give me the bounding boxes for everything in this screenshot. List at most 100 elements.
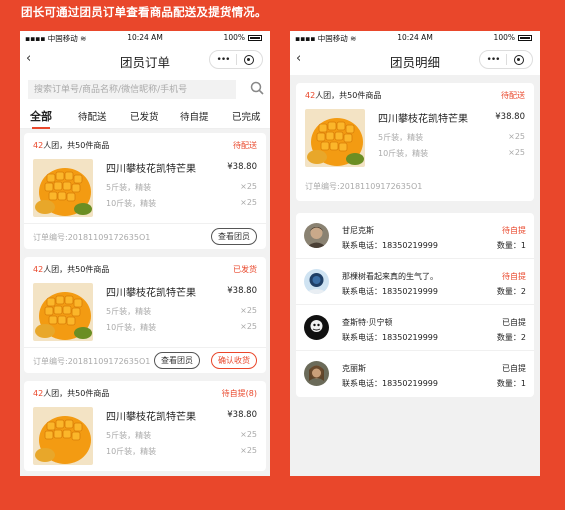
tab-all[interactable]: 全部 [30, 108, 52, 129]
mango-product-image [33, 283, 93, 341]
member-name: 那棵树看起来真的生气了。 [342, 272, 438, 281]
order-card[interactable]: 42人团，共50件商品 待自提(8) 四川攀枝花凯特芒果 ¥38.80 5斤装，… [24, 381, 266, 471]
order-status-tabs: 全部 待配送 已发货 待自提 已完成 [20, 103, 270, 129]
member-phone: 联系电话：18350219999 [342, 333, 438, 342]
member-name: 甘尼克斯 [342, 226, 374, 235]
spec-qty: ×25 [240, 430, 257, 439]
member-row[interactable]: 克丽斯 联系电话：18350219999 已自提 数量：1 [296, 351, 534, 397]
member-avatar [304, 223, 329, 248]
product-price: ¥38.80 [227, 162, 257, 172]
pickup-status: 待自提 [502, 272, 526, 281]
mango-product-image [305, 109, 365, 167]
member-name: 查斯特·贝宁顿 [342, 318, 393, 327]
view-members-button[interactable]: 查看团员 [154, 352, 200, 369]
order-status: 已发货 [233, 265, 257, 274]
order-status: 待自提(8) [221, 389, 257, 398]
status-bar: ▪▪▪▪ 中国移动 ≋ 10:24 AM 100% [20, 31, 270, 45]
spec-label: 10斤装，精装 [378, 149, 429, 158]
member-quantity: 数量：2 [496, 333, 526, 342]
product-price: ¥38.80 [227, 410, 257, 420]
product-price: ¥38.80 [227, 286, 257, 296]
team-orders-screen: ▪▪▪▪ 中国移动 ≋ 10:24 AM 100% ‹ 团员订单 ••• 全部 … [20, 31, 270, 476]
product-name: 四川攀枝花凯特芒果 [106, 412, 196, 423]
view-members-button[interactable]: 查看团员 [211, 228, 257, 245]
page-caption: 团长可通过团员订单查看商品配送及提货情况。 [21, 5, 267, 19]
battery-label: 100% [223, 33, 245, 42]
member-avatar [304, 315, 329, 340]
order-status: 待配送 [501, 91, 525, 100]
member-avatar [304, 361, 329, 386]
product-price: ¥38.80 [495, 112, 525, 122]
spec-qty: ×25 [240, 306, 257, 315]
order-summary-card: 42人团，共50件商品 待配送 四川攀枝花凯特芒果 ¥38.80 5斤装，精装 … [296, 83, 534, 201]
battery-label: 100% [493, 33, 515, 42]
count-text: 人团，共50件商品 [315, 91, 382, 100]
member-phone: 联系电话：18350219999 [342, 379, 438, 388]
close-target-icon[interactable] [507, 54, 532, 65]
spec-label: 5斤装，精装 [106, 183, 152, 192]
spec-qty: ×25 [508, 132, 525, 141]
member-name: 克丽斯 [342, 364, 366, 373]
mango-product-image [33, 159, 93, 217]
order-number: 订单编号:20181109172635O1 [33, 233, 151, 242]
order-number: 订单编号:20181109172635O1 [33, 357, 151, 366]
member-list: 甘尼克斯 联系电话：18350219999 待自提 数量：1 那棵树看起来真的生… [296, 213, 534, 397]
order-card[interactable]: 42人团，共50件商品 待配送 四川攀枝花凯特芒果 ¥38.80 5斤装，精装 … [24, 133, 266, 249]
spec-qty: ×25 [240, 446, 257, 455]
pickup-status: 已自提 [502, 318, 526, 327]
more-dots-icon[interactable]: ••• [480, 55, 506, 65]
order-list: 42人团，共50件商品 待配送 四川攀枝花凯特芒果 ¥38.80 5斤装，精装 … [20, 129, 270, 476]
member-row[interactable]: 查斯特·贝宁顿 联系电话：18350219999 已自提 数量：2 [296, 305, 534, 351]
pickup-status: 待自提 [502, 226, 526, 235]
tab-completed[interactable]: 已完成 [232, 109, 261, 123]
status-bar: ▪▪▪▪ 中国移动 ≋ 10:24 AM 100% [290, 31, 540, 45]
member-count: 42 [33, 389, 44, 398]
spec-label: 10斤装，精装 [106, 199, 157, 208]
search-icon[interactable] [250, 81, 264, 95]
count-text: 人团，共50件商品 [43, 265, 110, 274]
mini-program-capsule: ••• [479, 50, 533, 69]
product-name: 四川攀枝花凯特芒果 [378, 114, 468, 125]
member-phone: 联系电话：18350219999 [342, 287, 438, 296]
tab-shipped[interactable]: 已发货 [130, 109, 159, 123]
confirm-receipt-button[interactable]: 确认收货 [211, 352, 257, 369]
tab-pending-pickup[interactable]: 待自提 [180, 109, 209, 123]
count-text: 人团，共50件商品 [43, 389, 110, 398]
spec-qty: ×25 [508, 148, 525, 157]
pickup-status: 已自提 [502, 364, 526, 373]
order-number: 订单编号:20181109172635O1 [305, 182, 423, 191]
member-phone: 联系电话：18350219999 [342, 241, 438, 250]
mini-program-capsule: ••• [209, 50, 263, 69]
battery-icon [248, 34, 262, 41]
product-name: 四川攀枝花凯特芒果 [106, 288, 196, 299]
member-quantity: 数量：2 [496, 287, 526, 296]
member-count: 42 [33, 265, 44, 274]
battery-icon [518, 34, 532, 41]
navigation-bar: ‹ 团员订单 ••• [20, 45, 270, 75]
navigation-bar: ‹ 团员明细 ••• [290, 45, 540, 75]
spec-label: 10斤装，精装 [106, 447, 157, 456]
member-count: 42 [305, 91, 316, 100]
member-details-screen: ▪▪▪▪ 中国移动 ≋ 10:24 AM 100% ‹ 团员明细 ••• 42人… [290, 31, 540, 476]
search-input[interactable] [28, 80, 236, 99]
member-count: 42 [33, 141, 44, 150]
spec-label: 5斤装，精装 [106, 431, 152, 440]
close-target-icon[interactable] [237, 54, 262, 65]
spec-qty: ×25 [240, 322, 257, 331]
order-status: 待配送 [233, 141, 257, 150]
product-name: 四川攀枝花凯特芒果 [106, 164, 196, 175]
order-card[interactable]: 42人团，共50件商品 已发货 四川攀枝花凯特芒果 ¥38.80 5斤装，精装 … [24, 257, 266, 373]
spec-label: 10斤装，精装 [106, 323, 157, 332]
member-row[interactable]: 那棵树看起来真的生气了。 联系电话：18350219999 待自提 数量：2 [296, 259, 534, 305]
spec-label: 5斤装，精装 [106, 307, 152, 316]
search-bar [20, 75, 270, 103]
member-row[interactable]: 甘尼克斯 联系电话：18350219999 待自提 数量：1 [296, 213, 534, 259]
tab-pending-delivery[interactable]: 待配送 [78, 109, 107, 123]
mango-product-image [33, 407, 93, 465]
spec-label: 5斤装，精装 [378, 133, 424, 142]
spec-qty: ×25 [240, 198, 257, 207]
member-quantity: 数量：1 [496, 379, 526, 388]
more-dots-icon[interactable]: ••• [210, 55, 236, 65]
spec-qty: ×25 [240, 182, 257, 191]
count-text: 人团，共50件商品 [43, 141, 110, 150]
